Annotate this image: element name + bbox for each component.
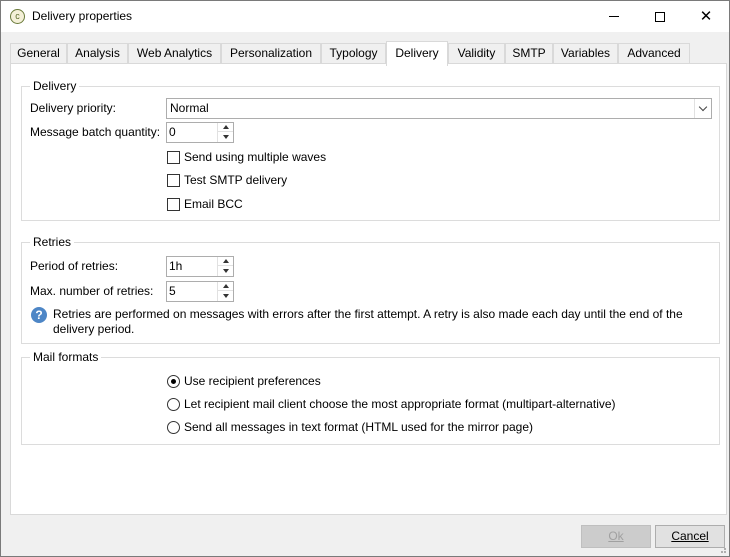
batch-stepper-buttons bbox=[217, 123, 233, 142]
max-retries-value: 5 bbox=[169, 284, 176, 298]
checkbox-box[interactable] bbox=[167, 197, 180, 211]
arrow-up-icon bbox=[222, 259, 229, 263]
priority-value: Normal bbox=[170, 101, 209, 115]
tab-personalization[interactable]: Personalization bbox=[221, 43, 321, 64]
arrow-up-icon bbox=[222, 284, 229, 288]
max-retries-stepper-buttons bbox=[217, 282, 233, 301]
window-title: Delivery properties bbox=[32, 9, 133, 23]
mail-formats-group: Mail formats Use recipient preferences L… bbox=[21, 350, 720, 445]
radio-circle[interactable] bbox=[167, 397, 180, 411]
tab-validity[interactable]: Validity bbox=[448, 43, 505, 64]
retries-group-title: Retries bbox=[30, 235, 75, 249]
period-stepper-buttons bbox=[217, 257, 233, 276]
close-icon: ✕ bbox=[699, 8, 713, 25]
batch-value: 0 bbox=[169, 125, 176, 139]
dialog-window: c Delivery properties ✕ General Analysis… bbox=[0, 0, 730, 557]
tab-analysis[interactable]: Analysis bbox=[67, 43, 128, 64]
title-bar[interactable]: c Delivery properties ✕ bbox=[1, 1, 729, 32]
period-decrement[interactable] bbox=[218, 266, 233, 275]
checkbox-box[interactable] bbox=[167, 150, 180, 164]
max-retries-stepper[interactable]: 5 bbox=[166, 281, 234, 302]
minimize-icon bbox=[609, 16, 619, 17]
tab-advanced[interactable]: Advanced bbox=[618, 43, 690, 64]
app-icon: c bbox=[10, 9, 25, 24]
arrow-down-icon bbox=[222, 134, 229, 139]
delivery-group: Delivery Delivery priority: Normal Messa… bbox=[21, 79, 720, 221]
radio-circle[interactable] bbox=[167, 374, 180, 388]
delivery-tab-panel: Delivery Delivery priority: Normal Messa… bbox=[10, 63, 727, 515]
batch-decrement[interactable] bbox=[218, 132, 233, 141]
maximize-button[interactable] bbox=[637, 1, 683, 32]
checkbox-box[interactable] bbox=[167, 173, 180, 187]
email-bcc-checkbox[interactable]: Email BCC bbox=[167, 197, 243, 211]
test-smtp-checkbox[interactable]: Test SMTP delivery bbox=[167, 173, 287, 187]
radio-label: Use recipient preferences bbox=[184, 374, 321, 388]
radio-multipart-alternative[interactable]: Let recipient mail client choose the mos… bbox=[167, 397, 616, 411]
multiple-waves-checkbox[interactable]: Send using multiple waves bbox=[167, 150, 326, 164]
period-label: Period of retries: bbox=[30, 259, 119, 273]
tab-web-analytics[interactable]: Web Analytics bbox=[128, 43, 221, 64]
tab-delivery[interactable]: Delivery bbox=[386, 41, 448, 66]
tab-smtp[interactable]: SMTP bbox=[505, 43, 553, 64]
tab-general[interactable]: General bbox=[10, 43, 67, 64]
minimize-button[interactable] bbox=[591, 1, 637, 32]
delivery-group-title: Delivery bbox=[30, 79, 80, 93]
arrow-down-icon bbox=[222, 293, 229, 298]
period-stepper[interactable]: 1h bbox=[166, 256, 234, 277]
max-retries-increment[interactable] bbox=[218, 282, 233, 291]
close-button[interactable]: ✕ bbox=[683, 1, 729, 32]
arrow-down-icon bbox=[222, 268, 229, 273]
retries-info-text: Retries are performed on messages with e… bbox=[53, 307, 683, 336]
maximize-icon bbox=[655, 11, 665, 22]
batch-label: Message batch quantity: bbox=[30, 125, 161, 139]
priority-label: Delivery priority: bbox=[30, 101, 117, 115]
test-smtp-label: Test SMTP delivery bbox=[184, 173, 288, 187]
email-bcc-label: Email BCC bbox=[184, 197, 243, 211]
max-retries-label: Max. number of retries: bbox=[30, 284, 154, 298]
info-icon: ? bbox=[31, 307, 47, 323]
batch-stepper[interactable]: 0 bbox=[166, 122, 234, 143]
radio-label: Let recipient mail client choose the mos… bbox=[184, 397, 616, 411]
retries-group: Retries Period of retries: 1h Max. numbe… bbox=[21, 235, 720, 344]
radio-use-recipient-preferences[interactable]: Use recipient preferences bbox=[167, 374, 321, 388]
period-increment[interactable] bbox=[218, 257, 233, 266]
multiple-waves-label: Send using multiple waves bbox=[184, 150, 327, 164]
tab-typology[interactable]: Typology bbox=[321, 43, 386, 64]
period-value: 1h bbox=[169, 259, 183, 273]
chevron-down-icon bbox=[698, 102, 708, 112]
arrow-up-icon bbox=[222, 125, 229, 129]
cancel-button[interactable]: Cancel bbox=[655, 525, 725, 548]
radio-text-format[interactable]: Send all messages in text format (HTML u… bbox=[167, 420, 533, 434]
batch-increment[interactable] bbox=[218, 123, 233, 132]
max-retries-decrement[interactable] bbox=[218, 291, 233, 300]
radio-circle[interactable] bbox=[167, 420, 180, 434]
dropdown-arrow[interactable] bbox=[694, 99, 711, 118]
ok-button[interactable]: Ok bbox=[581, 525, 651, 548]
tab-variables[interactable]: Variables bbox=[553, 43, 618, 64]
mail-formats-group-title: Mail formats bbox=[30, 350, 102, 364]
priority-select[interactable]: Normal bbox=[166, 98, 712, 119]
radio-label: Send all messages in text format (HTML u… bbox=[184, 420, 534, 434]
resize-grip-icon[interactable] bbox=[717, 544, 727, 554]
